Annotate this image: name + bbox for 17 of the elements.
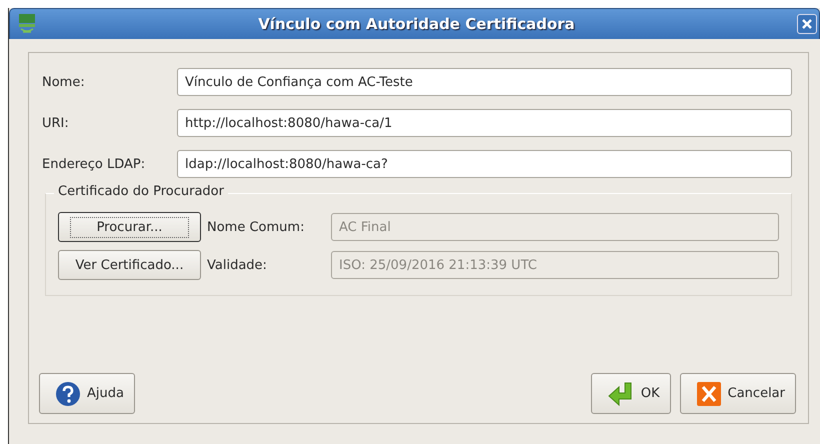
text-field[interactable]: http://localhost:8080/hawa-ca/1 (177, 109, 792, 137)
field-label: Nome: (42, 74, 86, 90)
cancel-button[interactable]: Cancelar (680, 373, 796, 414)
help-icon (55, 380, 81, 406)
close-icon (801, 18, 813, 30)
field-label: Nome Comum: (207, 220, 306, 234)
close-button[interactable] (797, 14, 817, 34)
logo-icon (18, 13, 36, 35)
cancel-icon (696, 380, 722, 406)
text-field[interactable]: Vínculo de Confiança com AC-Teste (177, 68, 792, 96)
ok-button[interactable]: OK (590, 373, 671, 414)
window-title: Vínculo com Autoridade Certificadora (257, 15, 576, 33)
help-button[interactable]: Ajuda (39, 373, 135, 414)
text-field[interactable]: ldap://localhost:8080/hawa-ca? (177, 150, 792, 178)
field-label: Endereço LDAP: (42, 156, 146, 172)
field-label: Validade: (207, 258, 268, 272)
field-label: URI: (42, 116, 70, 130)
